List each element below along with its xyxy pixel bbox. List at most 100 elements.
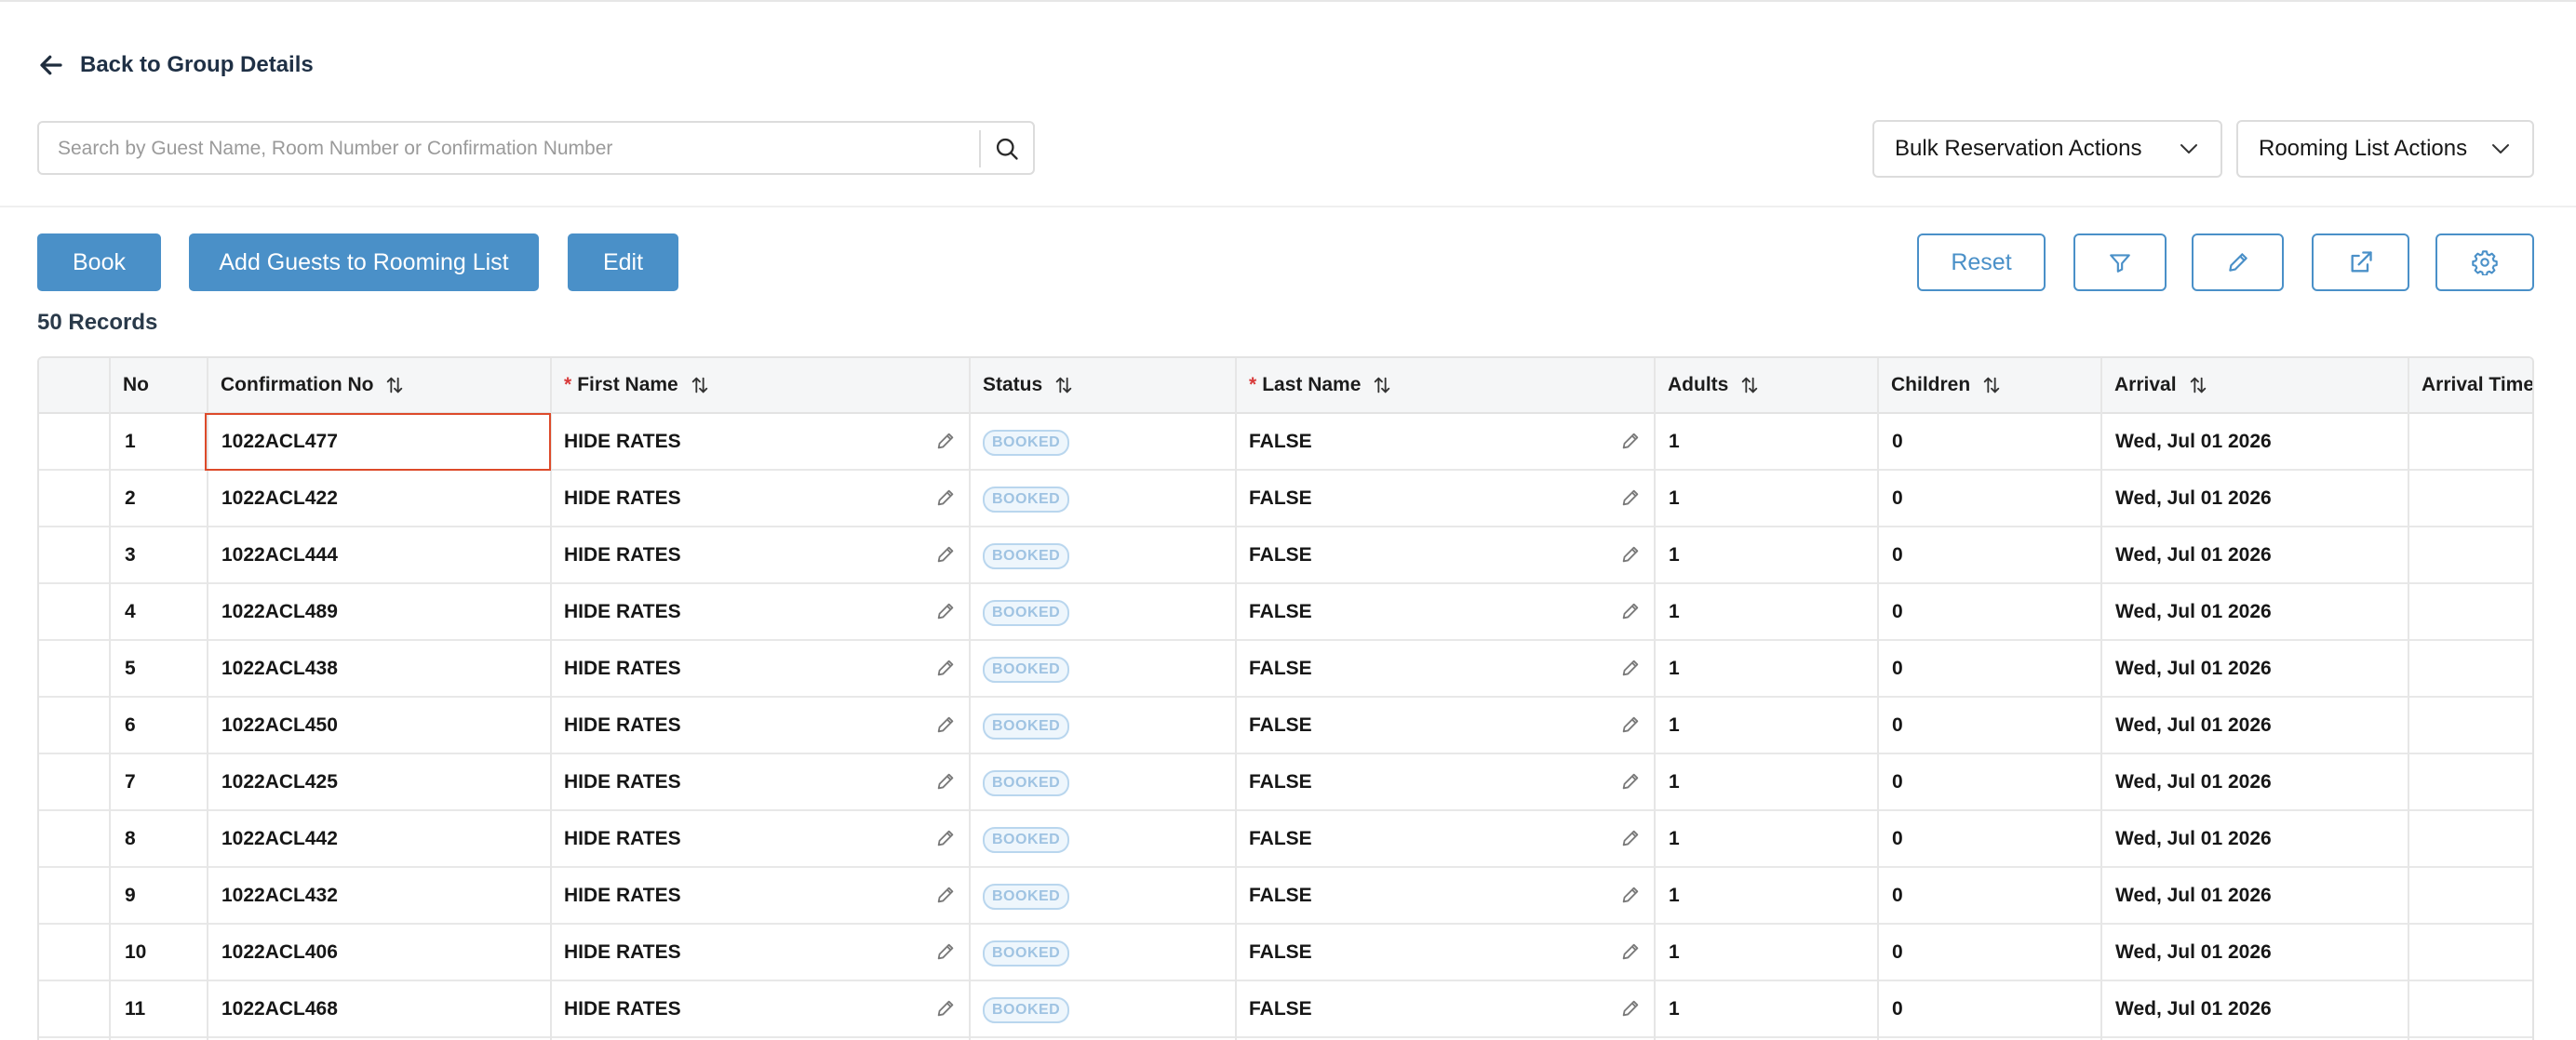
book-button[interactable]: Book [37, 233, 161, 291]
pencil-icon[interactable] [935, 658, 956, 678]
cell-first-name[interactable]: HIDE RATES [564, 754, 681, 809]
cell-confirmation-no[interactable]: 1022ACL468 [221, 981, 338, 1036]
pencil-icon[interactable] [935, 431, 956, 451]
cell-first-name[interactable]: HIDE RATES [564, 471, 681, 526]
table-row[interactable]: 6 1022ACL450 HIDE RATES BOOKED FALSE 1 0 Wed, J… [39, 698, 2532, 754]
edit-button[interactable]: Edit [568, 233, 678, 291]
column-header-first-name[interactable]: * First Name [564, 358, 710, 412]
cell-last-name[interactable]: FALSE [1249, 868, 1312, 923]
cell-confirmation-no[interactable]: 1022ACL432 [221, 868, 338, 923]
column-header-status[interactable]: Status [983, 358, 1074, 412]
column-header-children[interactable]: Children [1891, 358, 2002, 412]
add-guests-button[interactable]: Add Guests to Rooming List [189, 233, 539, 291]
cell-adults: 1 [1669, 940, 1680, 963]
pencil-icon[interactable] [1620, 544, 1641, 565]
pencil-icon[interactable] [1620, 431, 1641, 451]
cell-arrival: Wed, Jul 01 2026 [2115, 657, 2272, 679]
cell-confirmation-no[interactable]: 1022ACL442 [221, 811, 338, 866]
cell-last-name[interactable]: FALSE [1249, 754, 1312, 809]
pencil-icon[interactable] [1620, 658, 1641, 678]
cell-children: 0 [1892, 600, 1903, 622]
sort-icon[interactable] [384, 375, 405, 395]
pencil-icon[interactable] [1620, 487, 1641, 508]
table-row[interactable]: 4 1022ACL489 HIDE RATES BOOKED FALSE 1 0 Wed, J… [39, 584, 2532, 641]
bulk-reservation-actions-dropdown[interactable]: Bulk Reservation Actions [1872, 120, 2222, 178]
table-row[interactable]: 5 1022ACL438 HIDE RATES BOOKED FALSE 1 0 Wed, J… [39, 641, 2532, 698]
cell-last-name[interactable]: FALSE [1249, 925, 1312, 980]
table-row[interactable]: 2 1022ACL422 HIDE RATES BOOKED FALSE 1 0 Wed, J… [39, 471, 2532, 527]
table-row[interactable]: 10 1022ACL406 HIDE RATES BOOKED FALSE 1 0 Wed, … [39, 925, 2532, 981]
status-badge: BOOKED [983, 713, 1070, 740]
table-row[interactable]: 7 1022ACL425 HIDE RATES BOOKED FALSE 1 0 Wed, J… [39, 754, 2532, 811]
cell-last-name[interactable]: FALSE [1249, 471, 1312, 526]
table-row[interactable]: 8 1022ACL442 HIDE RATES BOOKED FALSE 1 0 Wed, J… [39, 811, 2532, 868]
sort-icon[interactable] [690, 375, 710, 395]
cell-first-name[interactable]: HIDE RATES [564, 527, 681, 582]
cell-confirmation-no[interactable]: 1022ACL489 [221, 584, 338, 639]
pencil-icon[interactable] [935, 544, 956, 565]
reset-button[interactable]: Reset [1917, 233, 2046, 291]
cell-first-name[interactable]: HIDE RATES [564, 868, 681, 923]
edit-columns-button[interactable] [2192, 233, 2284, 291]
pencil-icon[interactable] [935, 941, 956, 962]
cell-confirmation-no[interactable]: 1022ACL422 [221, 471, 338, 526]
cell-last-name[interactable]: FALSE [1249, 527, 1312, 582]
column-header-adults[interactable]: Adults [1668, 358, 1760, 412]
cell-first-name[interactable]: HIDE RATES [564, 584, 681, 639]
back-to-group-details-link[interactable]: Back to Group Details [37, 48, 314, 82]
table-row[interactable]: 11 1022ACL468 HIDE RATES BOOKED FALSE 1 0 Wed, … [39, 981, 2532, 1038]
table-row[interactable]: 9 1022ACL432 HIDE RATES BOOKED FALSE 1 0 Wed, J… [39, 868, 2532, 925]
pencil-icon[interactable] [1620, 998, 1641, 1019]
status-badge: BOOKED [983, 770, 1070, 796]
pencil-icon[interactable] [935, 998, 956, 1019]
column-divider [1877, 358, 1879, 1040]
pencil-icon[interactable] [935, 487, 956, 508]
table-row[interactable]: 3 1022ACL444 HIDE RATES BOOKED FALSE 1 0 Wed, J… [39, 527, 2532, 584]
cell-confirmation-no[interactable]: 1022ACL444 [221, 527, 338, 582]
filter-button[interactable] [2073, 233, 2167, 291]
export-button[interactable] [2312, 233, 2409, 291]
cell-children: 0 [1892, 657, 1903, 679]
settings-button[interactable] [2435, 233, 2534, 291]
pencil-icon[interactable] [935, 771, 956, 792]
search-input[interactable] [58, 130, 979, 167]
column-header-last-name[interactable]: * Last Name [1249, 358, 1392, 412]
cell-first-name[interactable]: HIDE RATES [564, 641, 681, 696]
search-button[interactable] [988, 132, 1026, 166]
pencil-icon[interactable] [1620, 601, 1641, 621]
pencil-icon[interactable] [1620, 885, 1641, 905]
cell-last-name[interactable]: FALSE [1249, 641, 1312, 696]
cell-first-name[interactable]: HIDE RATES [564, 925, 681, 980]
sort-icon[interactable] [1053, 375, 1074, 395]
cell-last-name[interactable]: FALSE [1249, 811, 1312, 866]
pencil-icon[interactable] [935, 601, 956, 621]
pencil-icon[interactable] [1620, 714, 1641, 735]
pencil-icon[interactable] [935, 828, 956, 848]
cell-first-name[interactable]: HIDE RATES [564, 981, 681, 1036]
cell-last-name[interactable]: FALSE [1249, 981, 1312, 1036]
cell-confirmation-no[interactable]: 1022ACL425 [221, 754, 338, 809]
sort-icon[interactable] [1372, 375, 1392, 395]
pencil-icon[interactable] [1620, 771, 1641, 792]
sort-icon[interactable] [1981, 375, 2002, 395]
cell-last-name[interactable]: FALSE [1249, 698, 1312, 753]
pencil-icon[interactable] [935, 885, 956, 905]
pencil-icon[interactable] [935, 714, 956, 735]
cell-last-name[interactable]: FALSE [1249, 414, 1312, 469]
arrow-left-icon [40, 55, 62, 75]
cell-first-name[interactable]: HIDE RATES [564, 414, 681, 469]
cell-confirmation-no[interactable]: 1022ACL450 [221, 698, 338, 753]
cell-confirmation-no[interactable]: 1022ACL438 [221, 641, 338, 696]
pencil-icon[interactable] [1620, 828, 1641, 848]
cell-first-name[interactable]: HIDE RATES [564, 698, 681, 753]
sort-icon[interactable] [1739, 375, 1760, 395]
column-header-arrival[interactable]: Arrival [2114, 358, 2208, 412]
cell-confirmation-no[interactable]: 1022ACL406 [221, 925, 338, 980]
cell-last-name[interactable]: FALSE [1249, 584, 1312, 639]
column-divider [1235, 358, 1237, 1040]
rooming-list-actions-dropdown[interactable]: Rooming List Actions [2236, 120, 2534, 178]
pencil-icon[interactable] [1620, 941, 1641, 962]
column-header-confirmation[interactable]: Confirmation No [221, 358, 405, 412]
sort-icon[interactable] [2188, 375, 2208, 395]
cell-first-name[interactable]: HIDE RATES [564, 811, 681, 866]
